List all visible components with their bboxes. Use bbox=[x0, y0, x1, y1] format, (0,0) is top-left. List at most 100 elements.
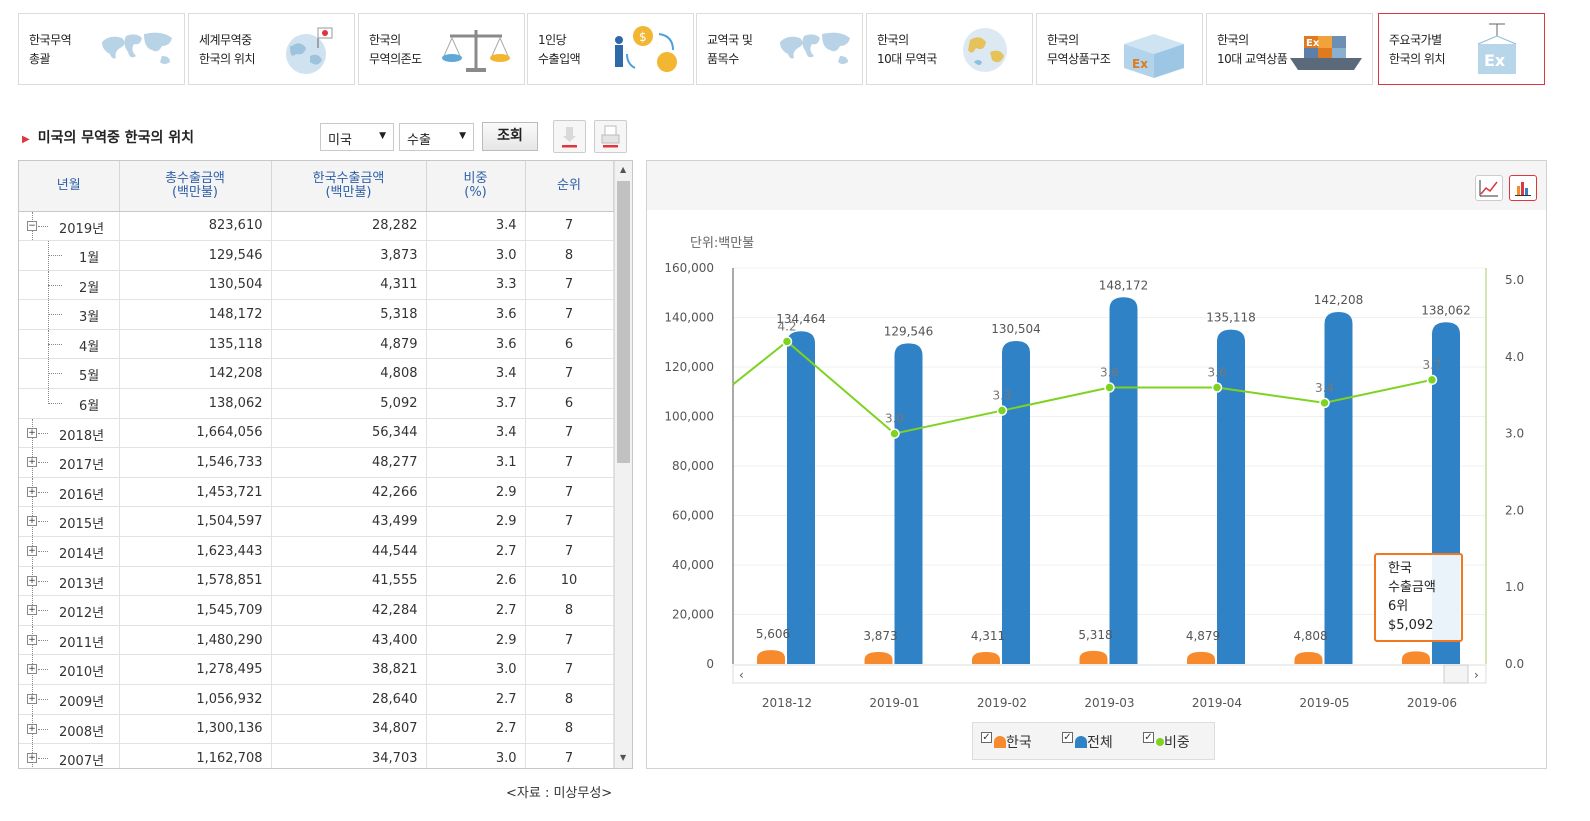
checkbox-icon[interactable]: ✓ bbox=[981, 732, 992, 743]
table-row[interactable]: − 2019년 823,610 28,282 3.4 7 bbox=[19, 211, 614, 242]
tree-connector bbox=[38, 610, 48, 612]
legend-item-korea[interactable]: ✓ 한국 bbox=[981, 732, 1032, 752]
cell-rank: 7 bbox=[525, 536, 614, 567]
cell-share: 3.0 bbox=[426, 654, 526, 685]
tree-line bbox=[48, 389, 49, 404]
table-row[interactable]: +2013년 1,578,851 41,555 2.6 10 bbox=[19, 566, 614, 597]
table-row[interactable]: 6월 138,062 5,092 3.7 6 bbox=[19, 388, 614, 419]
tree-collapse-icon[interactable]: − bbox=[27, 220, 37, 231]
cell-korea-export: 3,873 bbox=[271, 240, 427, 271]
cell-year-month: 4월 bbox=[19, 329, 120, 360]
tree-connector bbox=[48, 284, 62, 286]
cell-share: 2.9 bbox=[426, 625, 526, 656]
table-row[interactable]: +2008년 1,300,136 34,807 2.7 8 bbox=[19, 714, 614, 745]
checkbox-icon[interactable]: ✓ bbox=[1062, 732, 1073, 743]
tree-connector bbox=[48, 314, 62, 316]
table-row[interactable]: 5월 142,208 4,808 3.4 7 bbox=[19, 358, 614, 390]
table-row[interactable]: +2010년 1,278,495 38,821 3.0 7 bbox=[19, 654, 614, 685]
tree-expand-icon[interactable]: + bbox=[27, 546, 37, 557]
table-row[interactable]: +2011년 1,480,290 43,400 2.9 7 bbox=[19, 625, 614, 656]
nav-item-8[interactable]: 한국의 10대 교역상품 Ex bbox=[1206, 13, 1373, 85]
cell-year-month: +2009년 bbox=[19, 684, 120, 715]
tree-expand-icon[interactable]: + bbox=[27, 605, 37, 616]
nav-item-3[interactable]: 한국의 무역의존도 bbox=[358, 13, 525, 85]
legend-item-total[interactable]: ✓ 전체 bbox=[1062, 732, 1113, 752]
nav-item-6[interactable]: 한국의 10대 무역국 bbox=[866, 13, 1033, 85]
cell-total-export: 142,208 bbox=[119, 358, 272, 390]
tree-connector bbox=[38, 728, 48, 730]
tree-expand-icon[interactable]: + bbox=[27, 694, 37, 704]
cell-year-month: +2017년 bbox=[19, 447, 120, 478]
table-row[interactable]: +2016년 1,453,721 42,266 2.9 7 bbox=[19, 477, 614, 508]
legend-item-share[interactable]: ✓ 비중 bbox=[1143, 732, 1190, 752]
col-header-rank[interactable]: 순위 bbox=[525, 161, 614, 212]
row-label: 2007년 bbox=[59, 754, 105, 769]
table-row[interactable]: +2018년 1,664,056 56,344 3.4 7 bbox=[19, 418, 614, 449]
table-row[interactable]: +2015년 1,504,597 43,499 2.9 7 bbox=[19, 506, 614, 538]
line-chart-button[interactable] bbox=[1475, 175, 1503, 201]
cell-rank: 7 bbox=[525, 211, 614, 242]
tree-expand-icon[interactable]: + bbox=[27, 575, 37, 586]
cell-korea-export: 28,282 bbox=[271, 211, 427, 242]
table-row[interactable]: +2012년 1,545,709 42,284 2.7 8 bbox=[19, 595, 614, 626]
tree-expand-icon[interactable]: + bbox=[27, 427, 37, 438]
table-row[interactable]: 4월 135,118 4,879 3.6 6 bbox=[19, 329, 614, 360]
col-header-korea-export[interactable]: 한국수출금액 (백만불) bbox=[271, 161, 427, 212]
section-title-text: 미국의 무역중 한국의 위치 bbox=[37, 130, 195, 146]
tree-expand-icon[interactable]: + bbox=[27, 723, 37, 734]
print-button[interactable] bbox=[594, 120, 627, 153]
table-row[interactable]: +2017년 1,546,733 48,277 3.1 7 bbox=[19, 447, 614, 478]
scroll-down-icon[interactable]: ▼ bbox=[620, 753, 626, 762]
cell-total-export: 1,546,733 bbox=[119, 447, 272, 478]
tree-connector bbox=[48, 343, 62, 345]
data-grid: 년월 총수출금액 (백만불) 한국수출금액 (백만불) 비중 (%) 순위 − 2019년… bbox=[18, 160, 633, 769]
cell-rank: 10 bbox=[525, 566, 614, 597]
chart-toolbar bbox=[647, 161, 1546, 210]
table-row[interactable]: 1월 129,546 3,873 3.0 8 bbox=[19, 240, 614, 271]
legend-swatch bbox=[1156, 738, 1164, 746]
tree-expand-icon[interactable]: + bbox=[27, 753, 37, 764]
tree-expand-icon[interactable]: + bbox=[27, 634, 37, 645]
col-header-share[interactable]: 비중 (%) bbox=[426, 161, 526, 212]
cell-year-month: 1월 bbox=[19, 240, 120, 271]
download-button[interactable] bbox=[553, 120, 586, 153]
cell-rank: 8 bbox=[525, 684, 614, 715]
row-label: 2014년 bbox=[59, 547, 105, 563]
table-row[interactable]: 2월 130,504 4,311 3.3 7 bbox=[19, 270, 614, 301]
scroll-up-icon[interactable]: ▲ bbox=[620, 165, 626, 174]
nav-item-2[interactable]: 세계무역중 한국의 위치 bbox=[188, 13, 355, 85]
search-button[interactable]: 조회 bbox=[482, 122, 538, 151]
nav-item-4[interactable]: 1인당 수출입액 $ bbox=[527, 13, 694, 85]
col-header-total-export[interactable]: 총수출금액 (백만불) bbox=[119, 161, 272, 212]
row-label: 2010년 bbox=[59, 665, 105, 681]
bar-chart-button[interactable] bbox=[1509, 175, 1537, 201]
table-row[interactable]: +2009년 1,056,932 28,640 2.7 8 bbox=[19, 684, 614, 715]
row-label: 2019년 bbox=[59, 221, 105, 237]
trade-type-select[interactable]: 수출 ▼ bbox=[399, 123, 474, 151]
table-scrollbar[interactable]: ▲ ▼ bbox=[614, 161, 632, 768]
checkbox-icon[interactable]: ✓ bbox=[1143, 732, 1154, 743]
tooltip-rank: 6위 bbox=[1388, 599, 1409, 614]
table-row[interactable]: +2007년 1,162,708 34,703 3.0 7 bbox=[19, 743, 614, 769]
scrollbar-thumb[interactable] bbox=[617, 181, 630, 463]
country-select[interactable]: 미국 ▼ bbox=[320, 123, 394, 151]
col-header-year-month[interactable]: 년월 bbox=[19, 161, 120, 212]
row-label: 2011년 bbox=[59, 635, 105, 651]
row-label: 3월 bbox=[79, 310, 100, 326]
cell-share: 3.0 bbox=[426, 240, 526, 271]
nav-item-5[interactable]: 교역국 및 품목수 bbox=[696, 13, 863, 85]
cell-korea-export: 56,344 bbox=[271, 418, 427, 449]
nav-item-1[interactable]: 한국무역 총괄 bbox=[18, 13, 185, 85]
section-title: ▶ 미국의 무역중 한국의 위치 bbox=[22, 127, 194, 147]
tree-expand-icon[interactable]: + bbox=[27, 486, 37, 497]
tree-expand-icon[interactable]: + bbox=[27, 457, 37, 468]
row-label: 2009년 bbox=[59, 695, 105, 710]
tree-connector bbox=[38, 491, 48, 493]
nav-item-9[interactable]: 주요국가별 한국의 위치 Ex bbox=[1378, 13, 1545, 85]
table-row[interactable]: 3월 148,172 5,318 3.6 7 bbox=[19, 299, 614, 330]
tree-expand-icon[interactable]: + bbox=[27, 664, 37, 675]
legend-swatch bbox=[1075, 736, 1087, 748]
tree-expand-icon[interactable]: + bbox=[27, 516, 37, 527]
table-row[interactable]: +2014년 1,623,443 44,544 2.7 7 bbox=[19, 536, 614, 567]
nav-item-7[interactable]: 한국의 무역상품구조 Ex bbox=[1036, 13, 1203, 85]
